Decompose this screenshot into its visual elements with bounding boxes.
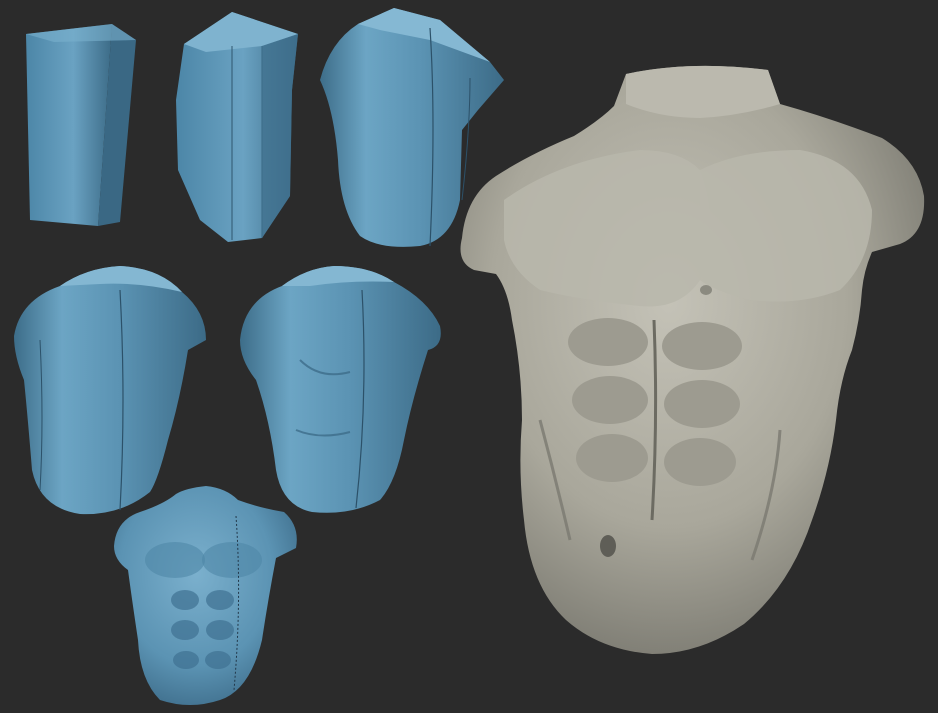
stage-detailed-blue-torso <box>114 486 297 705</box>
stage-rectangular-block <box>26 24 136 226</box>
sculpt-progression-canvas <box>14 8 925 705</box>
stage-final-grey-torso <box>460 65 925 655</box>
sculpt-progression-image <box>0 0 938 713</box>
stage-refined-blockout <box>240 266 441 513</box>
stage-faceted-column <box>176 12 298 242</box>
stage-shoulder-blockout <box>14 266 206 515</box>
